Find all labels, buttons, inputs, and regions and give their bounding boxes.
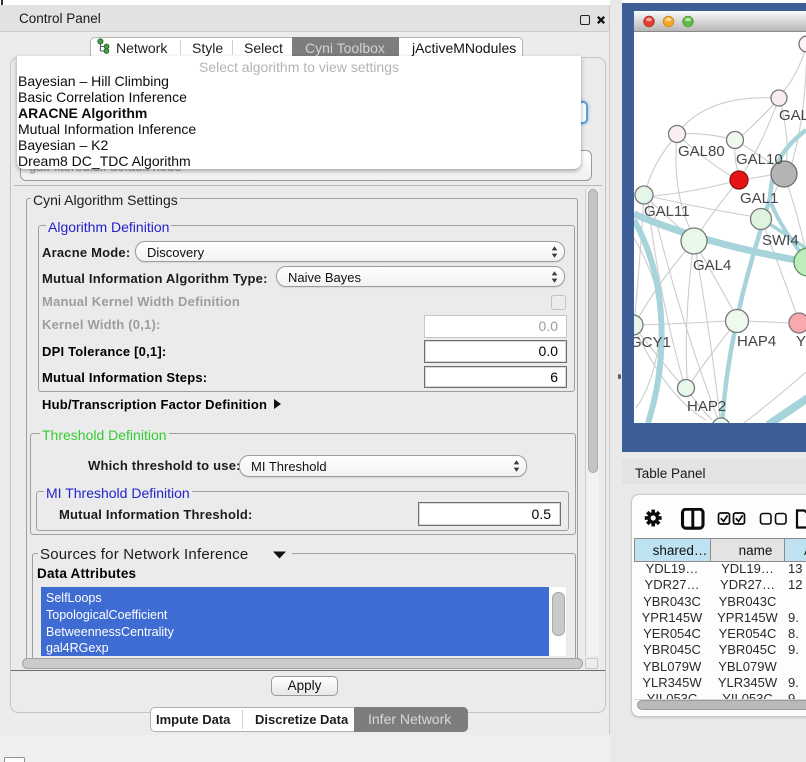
svg-text:HAP2: HAP2 [687, 398, 726, 415]
svg-text:GAL1: GAL1 [740, 190, 778, 207]
svg-text:GCY1: GCY1 [634, 334, 671, 351]
svg-text:GAL4: GAL4 [693, 257, 731, 274]
svg-text:GAL: GAL [779, 107, 806, 124]
svg-text:HAP4: HAP4 [737, 333, 776, 350]
svg-text:GAL11: GAL11 [644, 203, 690, 220]
svg-text:Y: Y [796, 333, 806, 350]
svg-text:GAL80: GAL80 [678, 143, 725, 160]
svg-text:GAL10: GAL10 [736, 151, 783, 168]
svg-text:SWI4: SWI4 [762, 232, 799, 249]
